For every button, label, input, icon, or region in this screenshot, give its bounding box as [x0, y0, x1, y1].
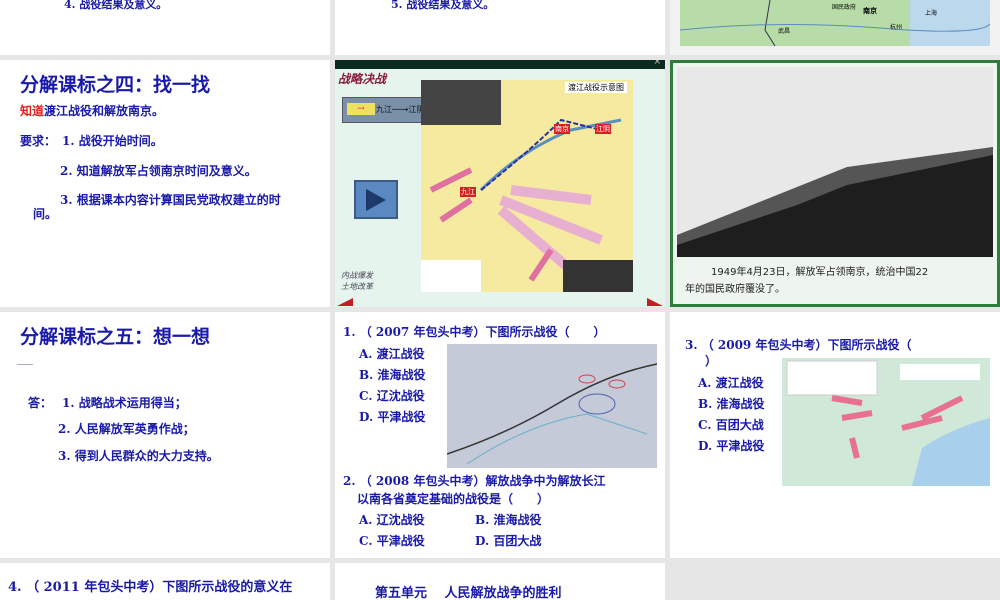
arrow-icon: → [347, 103, 375, 115]
slide-thumbnail-4[interactable]: 分解课标之四：找一找 知道渡江战役和解放南京。 要求： 1. 战役开始时间。 2… [0, 60, 330, 307]
intro-highlight: 知道 [20, 104, 45, 118]
map-label: 南京 [863, 6, 877, 15]
req-item: 间。 [33, 207, 58, 221]
crossing-campaign-map [421, 80, 633, 292]
header-title: 战略决战 [338, 72, 387, 86]
city-label: 九江 [460, 187, 476, 197]
option: D. 平津战役 [698, 439, 765, 453]
question-2: 以南各省奠定基础的战役是（ ） [357, 492, 550, 506]
slide-thumbnail-9[interactable]: 3. （ 2009 年包头中考）下图所示战役（ ） A. 渡江战役 B. 淮海战… [670, 312, 1000, 558]
question-2: 2. （ 2008 年包头中考）解放战争中为解放长江 [343, 474, 606, 488]
play-icon [366, 189, 386, 211]
question-4: 4. （ 2011 年包头中考）下图所示战役的意义在 [8, 580, 293, 595]
option: B. 淮海战役 [359, 368, 426, 382]
photo-caption: 年的国民政府覆没了。 [685, 284, 785, 295]
route-label: 九江──→江阴 [376, 105, 425, 114]
slide-thumbnail-10[interactable]: 4. （ 2011 年包头中考）下图所示战役的意义在 [0, 563, 330, 600]
side-link[interactable]: 内战爆发 [341, 270, 373, 281]
req-item: 3. 根据课本内容计算国民党政权建立的时 [60, 193, 281, 207]
next-arrow-icon[interactable] [647, 298, 663, 306]
close-icon[interactable]: × [653, 60, 661, 67]
city-label: 南京 [554, 124, 570, 134]
intro-text: 渡江战役和解放南京。 [44, 104, 165, 118]
photo-caption: 1949年4月23日，解放军占领南京，统治中国22 [711, 267, 929, 278]
answer-label: 答： [28, 396, 53, 410]
option: C. 辽沈战役 [359, 389, 425, 403]
option: C. 平津战役 [359, 534, 425, 548]
slide-thumbnail-8[interactable]: 1. （ 2007 年包头中考）下图所示战役（ ） A. 渡江战役 B. 淮海战… [335, 312, 665, 558]
side-link[interactable]: 土地改革 [341, 281, 373, 292]
question-3: ） [705, 354, 718, 368]
map-title: 渡江战役示意图 [565, 82, 627, 93]
slide-thumbnail-6[interactable]: 1949年4月23日，解放军占领南京，统治中国22 年的国民政府覆没了。 [670, 60, 1000, 307]
option: B. 淮海战役 [475, 513, 542, 527]
slide-text: 4. 战役结果及意义。 [64, 0, 168, 11]
slide-thumbnail-2[interactable]: 5. 战役结果及意义。 [335, 0, 665, 55]
city-label: 江阴 [595, 124, 611, 134]
window-titlebar [335, 60, 665, 69]
req-item: 2. 知道解放军占领南京时间及意义。 [60, 164, 257, 178]
intro-line: 知道渡江战役和解放南京。 [20, 102, 164, 119]
option: A. 渡江战役 [698, 376, 764, 390]
play-button[interactable] [354, 180, 398, 219]
map-label: 国民政府 [832, 4, 857, 11]
slide-thumbnail-1[interactable]: 4. 战役结果及意义。 [0, 0, 330, 55]
option: C. 百团大战 [698, 418, 764, 432]
nanjing-liberation-photo [677, 67, 993, 257]
option: D. 平津战役 [359, 410, 426, 424]
question-3: 3. （ 2009 年包头中考）下图所示战役（ [685, 338, 912, 352]
map-label: 武昌 [778, 28, 791, 35]
prev-arrow-icon[interactable] [337, 298, 353, 306]
question-1: 1. （ 2007 年包头中考）下图所示战役（ ） [343, 325, 606, 339]
slide-text: 5. 战役结果及意义。 [391, 0, 495, 11]
divider [17, 364, 33, 365]
slide-title: 分解课标之五：想一想 [20, 326, 211, 348]
unit-title: 第五单元 人民解放战争的胜利 [375, 586, 562, 600]
option: A. 渡江战役 [359, 347, 425, 361]
slide-title: 分解课标之四：找一找 [20, 74, 211, 96]
slide-thumbnail-11[interactable]: 第五单元 人民解放战争的胜利 [335, 563, 665, 600]
pingjin-map-image [782, 358, 990, 486]
answer-item: 1. 战略战术运用得当； [62, 396, 187, 410]
slide-thumbnail-7[interactable]: 分解课标之五：想一想 答： 1. 战略战术运用得当； 2. 人民解放军英勇作战；… [0, 312, 330, 558]
slide-thumbnail-5[interactable]: × 战略决战 → 九江──→江阴 渡江战役示意图 南京 江阴 九江 内战爆发 土… [335, 60, 665, 307]
liaoshen-map-image [447, 344, 657, 468]
option: A. 辽沈战役 [359, 513, 425, 527]
map-label: 杭州 [890, 24, 903, 31]
map-label: 上海 [925, 10, 938, 17]
answer-item: 2. 人民解放军英勇作战； [58, 422, 195, 436]
slide-thumbnail-3[interactable]: 国民政府 南京 上海 武昌 杭州 [670, 0, 1000, 55]
option: D. 百团大战 [475, 534, 542, 548]
req-item: 1. 战役开始时间。 [62, 134, 163, 148]
answer-item: 3. 得到人民群众的大力支持。 [58, 449, 219, 463]
req-label: 要求： [20, 134, 57, 148]
option: B. 淮海战役 [698, 397, 765, 411]
